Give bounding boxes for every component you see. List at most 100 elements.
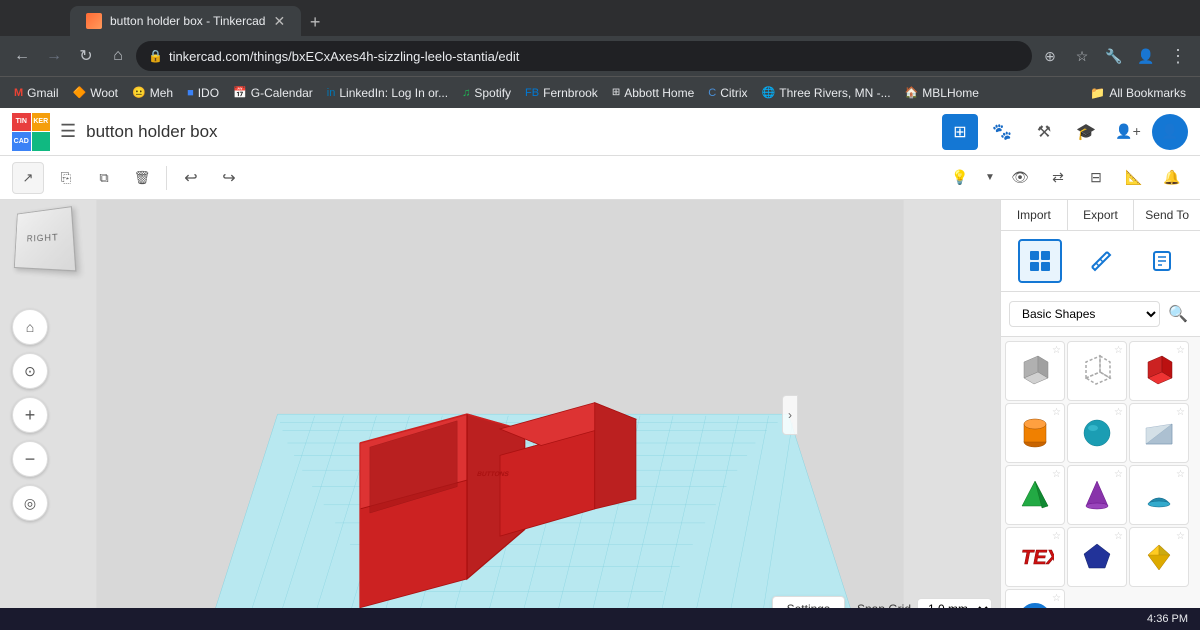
delete-btn[interactable]: 🗑 (126, 162, 158, 194)
ruler-icon-btn[interactable]: 📐 (1118, 162, 1150, 194)
back-btn[interactable]: ← (8, 42, 36, 70)
bookmark-threerivers[interactable]: 🌐 Three Rivers, MN -... (756, 82, 897, 104)
shape-wedge[interactable]: ☆ (1129, 403, 1189, 463)
shape-star-6[interactable]: ☆ (1176, 407, 1185, 418)
light-icon-btn[interactable]: 💡 (944, 162, 976, 194)
menu-icon[interactable]: ☰ (60, 121, 76, 142)
address-bar[interactable]: 🔒 tinkercad.com/things/bxECxAxes4h-sizzl… (136, 41, 1032, 71)
add-person-btn[interactable]: 👤+ (1110, 114, 1146, 150)
bookmark-citrix[interactable]: C Citrix (702, 82, 753, 104)
shape-gem[interactable]: ☆ (1129, 527, 1189, 587)
shapes-row-3: ☆ ☆ (1005, 465, 1196, 525)
project-title[interactable]: button holder box (86, 122, 932, 142)
lessons-btn[interactable]: 🎓 (1068, 114, 1104, 150)
shapes-header: Basic Shapes 🔍 (1001, 292, 1200, 337)
new-tab-btn[interactable]: + (301, 8, 329, 36)
avatar-btn[interactable]: 👤 (1152, 114, 1188, 150)
shape-star-2[interactable]: ☆ (1114, 345, 1123, 356)
export-btn[interactable]: Export (1068, 200, 1135, 230)
shape-box-hole[interactable]: ☆ (1067, 341, 1127, 401)
bell-icon-btn[interactable]: 🔔 (1156, 162, 1188, 194)
send-to-btn[interactable]: Send To (1134, 200, 1200, 230)
tools-btn[interactable]: ⚒ (1026, 114, 1062, 150)
shape-star-10[interactable]: ☆ (1052, 531, 1061, 542)
bookmark-btn[interactable]: ☆ (1068, 42, 1096, 70)
bookmark-woot[interactable]: 🔶 Woot (67, 82, 125, 104)
redo-btn[interactable]: ↪ (213, 162, 245, 194)
all-bookmarks[interactable]: 📁 All Bookmarks (1084, 82, 1192, 104)
shape-pentagon[interactable]: ☆ (1067, 527, 1127, 587)
shape-pyramid[interactable]: ☆ (1005, 465, 1065, 525)
shape-cone[interactable]: ☆ (1067, 465, 1127, 525)
copy-btn[interactable]: ⎘ (50, 162, 82, 194)
tinkercad-logo[interactable]: TIN KER CAD (12, 113, 50, 151)
shape-star-4[interactable]: ☆ (1052, 407, 1061, 418)
shape-star-13[interactable]: ☆ (1052, 593, 1061, 604)
shape-text[interactable]: ☆ TEXT (1005, 527, 1065, 587)
bookmark-ido[interactable]: ■ IDO (181, 82, 225, 104)
bookmark-spotify[interactable]: ♫ Spotify (456, 82, 517, 104)
shape-star-9[interactable]: ☆ (1176, 469, 1185, 480)
panel-view-icons (1001, 231, 1200, 292)
home-view-btn[interactable]: ⌂ (12, 309, 48, 345)
bookmark-gcal[interactable]: 📅 G-Calendar (227, 82, 319, 104)
ortho-view-btn[interactable]: ◎ (12, 485, 48, 521)
forward-btn[interactable]: → (40, 42, 68, 70)
bookmark-mblhome[interactable]: 🏠 MBLHome (899, 82, 985, 104)
tab-close[interactable]: ✕ (273, 13, 285, 30)
bookmark-linkedin[interactable]: in LinkedIn: Log In or... (321, 82, 454, 104)
shape-star-8[interactable]: ☆ (1114, 469, 1123, 480)
shape-star-3[interactable]: ☆ (1176, 345, 1185, 356)
taskbar: 4:36 PM (0, 608, 1200, 630)
active-tab[interactable]: button holder box - Tinkercad ✕ (70, 6, 301, 36)
home-btn[interactable]: ⌂ (104, 42, 132, 70)
flip-btn[interactable]: ⇄ (1042, 162, 1074, 194)
extensions-btn[interactable]: 🔧 (1100, 42, 1128, 70)
shape-star-5[interactable]: ☆ (1114, 407, 1123, 418)
shape-cylinder[interactable]: ☆ (1005, 403, 1065, 463)
duplicate-btn[interactable]: ⧉ (88, 162, 120, 194)
canvas-area[interactable]: BUTTONS RIGHT › ⌂ ⊙ + − ◎ Settings (0, 200, 1000, 630)
fit-view-btn[interactable]: ⊙ (12, 353, 48, 389)
menu-btn[interactable]: ⋮ (1164, 42, 1192, 70)
undo-btn[interactable]: ↩ (175, 162, 207, 194)
zoom-in-btn[interactable]: + (12, 397, 48, 433)
profile-btn[interactable]: 👤 (1132, 42, 1160, 70)
shapes-category-select[interactable]: Basic Shapes (1009, 301, 1160, 327)
dropdown-btn[interactable]: ▼ (982, 162, 998, 194)
header-actions: ⊞ 🐾 ⚒ 🎓 👤+ 👤 (942, 114, 1188, 150)
bookmark-fernbrook[interactable]: FB Fernbrook (519, 82, 604, 104)
align-btn[interactable]: ⊟ (1080, 162, 1112, 194)
bookmarks-bar: M Gmail 🔶 Woot 😐 Meh ■ IDO 📅 G-Calendar … (0, 76, 1200, 108)
shape-box[interactable]: ☆ (1005, 341, 1065, 401)
app-container: TIN KER CAD ☰ button holder box ⊞ 🐾 ⚒ 🎓 … (0, 108, 1200, 630)
shape-star-7[interactable]: ☆ (1052, 469, 1061, 480)
zoom-out-btn[interactable]: − (12, 441, 48, 477)
notes-view-icon[interactable] (1140, 239, 1184, 283)
select-tool-btn[interactable]: ↗ (12, 162, 44, 194)
cylinder-shape-icon (1016, 414, 1054, 452)
reload-btn[interactable]: ↻ (72, 42, 100, 70)
shapes-search-btn[interactable]: 🔍 (1164, 300, 1192, 328)
shape-roof[interactable]: ☆ (1129, 465, 1189, 525)
grid-view-btn[interactable]: ⊞ (942, 114, 978, 150)
import-btn[interactable]: Import (1001, 200, 1068, 230)
shape-star-12[interactable]: ☆ (1176, 531, 1185, 542)
sphere-shape-icon (1078, 414, 1116, 452)
cast-btn[interactable]: ⊕ (1036, 42, 1064, 70)
panel-toggle-btn[interactable]: › (782, 395, 798, 435)
main-area: BUTTONS RIGHT › ⌂ ⊙ + − ◎ Settings (0, 200, 1200, 630)
url-text: tinkercad.com/things/bxECxAxes4h-sizzlin… (169, 49, 519, 64)
shape-sphere[interactable]: ☆ (1067, 403, 1127, 463)
bookmark-abbott[interactable]: ⊞ Abbott Home (606, 82, 700, 104)
community-btn[interactable]: 🐾 (984, 114, 1020, 150)
bookmark-gmail[interactable]: M Gmail (8, 82, 65, 104)
ruler-view-icon[interactable] (1079, 239, 1123, 283)
shape-box-red[interactable]: ☆ (1129, 341, 1189, 401)
bookmark-meh[interactable]: 😐 Meh (126, 82, 179, 104)
shape-star-1[interactable]: ☆ (1052, 345, 1061, 356)
view-btn[interactable]: 👁 (1004, 162, 1036, 194)
shape-star-11[interactable]: ☆ (1114, 531, 1123, 542)
view-cube[interactable]: RIGHT (12, 208, 82, 278)
grid-shapes-icon[interactable] (1018, 239, 1062, 283)
